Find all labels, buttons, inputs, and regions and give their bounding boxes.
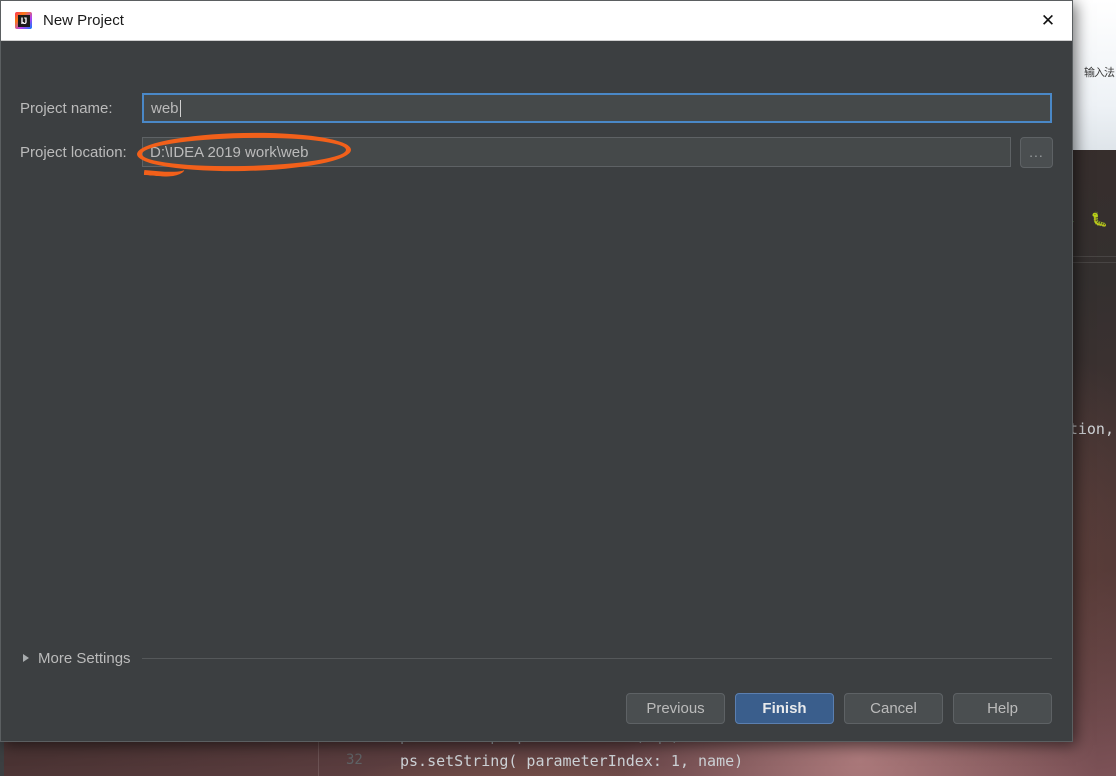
project-location-input[interactable]: D:\IDEA 2019 work\web (142, 137, 1011, 167)
project-location-value: D:\IDEA 2019 work\web (150, 143, 309, 161)
help-button[interactable]: Help (953, 693, 1052, 724)
text-caret (179, 99, 181, 117)
separator (141, 657, 1052, 659)
ide-code-line: ps.setString( parameterIndex: 1, name) (400, 752, 744, 770)
dialog-title: New Project (43, 12, 124, 29)
more-settings-label: More Settings (38, 649, 131, 667)
project-name-label: Project name: (20, 99, 113, 117)
intellij-idea-icon: IJ (15, 12, 32, 29)
project-name-value: web (151, 99, 179, 117)
dialog-footer: Previous Finish Cancel Help (626, 693, 1052, 724)
chevron-right-icon (23, 654, 29, 662)
ime-status-indicator: 输入法 (1084, 66, 1115, 79)
finish-button[interactable]: Finish (735, 693, 834, 724)
project-location-row: Project location: D:\IDEA 2019 work\web … (20, 136, 1055, 168)
ide-line-number: 32 (346, 752, 363, 768)
dialog-body: Project name: web Project location: D:\I… (1, 41, 1072, 741)
previous-button[interactable]: Previous (626, 693, 725, 724)
ide-code-fragment: tion, (1068, 420, 1114, 438)
project-name-row: Project name: web (20, 93, 1055, 123)
intellij-idea-icon-glyph: IJ (20, 15, 28, 26)
project-location-label: Project location: (20, 143, 127, 161)
screen: ▶ 🐛 输入法 tion, 31 32 ps = conn.prepareSta… (0, 0, 1116, 776)
browse-button[interactable]: ... (1020, 136, 1053, 168)
project-name-input[interactable]: web (142, 93, 1052, 123)
close-icon[interactable]: ✕ (1024, 1, 1072, 40)
more-settings-toggle[interactable]: More Settings (23, 648, 1052, 668)
dialog-title-bar: IJ New Project ✕ (1, 1, 1072, 41)
new-project-dialog: IJ New Project ✕ Project name: web Proje… (0, 0, 1073, 742)
cancel-button[interactable]: Cancel (844, 693, 943, 724)
debug-icon[interactable]: 🐛 (1091, 212, 1108, 226)
